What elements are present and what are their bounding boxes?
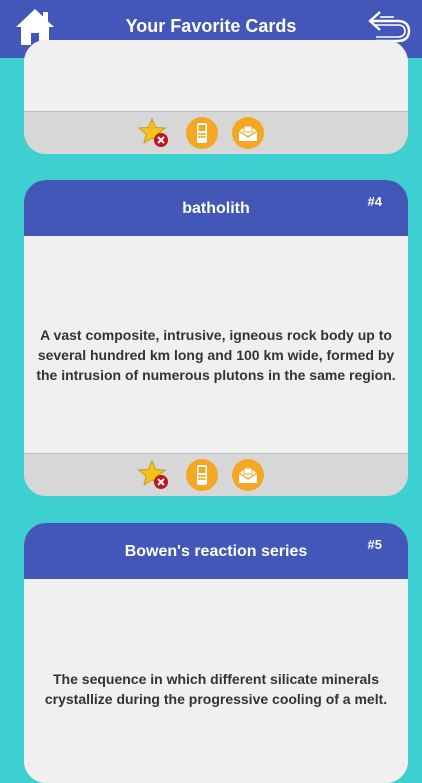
star-remove-icon[interactable] [138, 459, 170, 491]
mail-icon[interactable] [232, 117, 264, 149]
card-header: batholith #4 [24, 180, 408, 236]
card-header: Bowen's reaction series #5 [24, 523, 408, 579]
mail-icon[interactable] [232, 459, 264, 491]
card-body [24, 40, 408, 112]
page-title: Your Favorite Cards [125, 16, 297, 36]
card-actions [24, 453, 408, 496]
favorite-card-previous [24, 40, 408, 154]
card-number: #4 [367, 194, 382, 209]
phone-icon[interactable] [186, 459, 218, 491]
back-arrow-icon[interactable] [366, 8, 412, 44]
card-body: The sequence in which different silicate… [24, 579, 408, 783]
card-number: #5 [367, 537, 382, 552]
card-definition: The sequence in which different silicate… [44, 671, 388, 707]
card-actions [24, 111, 408, 154]
favorite-card: Bowen's reaction series #5 The sequence … [24, 523, 408, 783]
card-body: A vast composite, intrusive, igneous roc… [24, 236, 408, 454]
star-remove-icon[interactable] [138, 117, 170, 149]
favorite-card: batholith #4 A vast composite, intrusive… [24, 180, 408, 496]
phone-icon[interactable] [186, 117, 218, 149]
card-term: batholith [182, 200, 250, 217]
card-term: Bowen's reaction series [124, 543, 308, 560]
card-definition: A vast composite, intrusive, igneous roc… [36, 327, 396, 383]
